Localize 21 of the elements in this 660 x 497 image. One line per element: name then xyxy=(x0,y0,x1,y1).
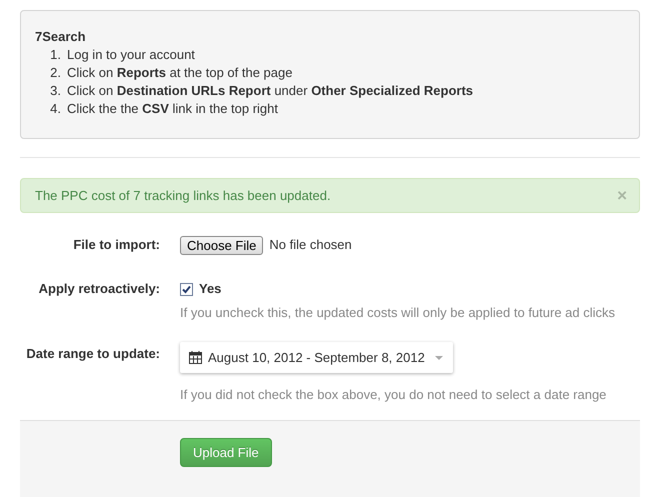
calendar-icon xyxy=(189,351,202,364)
choose-file-button[interactable]: Choose File xyxy=(180,236,264,254)
help-text: If you uncheck this, the updated costs will only be applied to future ad clicks xyxy=(180,304,616,322)
checkbox[interactable] xyxy=(180,282,193,296)
field-label: Apply retroactively: xyxy=(38,280,160,298)
help-text: If you did not check the box above, you do not need to select a date range xyxy=(180,386,608,404)
step-number: 4. xyxy=(49,100,61,118)
instructions-title: 7Search xyxy=(35,28,86,46)
field-label: Date range to update: xyxy=(25,345,160,363)
step-text: Click on Destination URLs Report under Other Specialized Reports xyxy=(67,82,474,100)
alert-message: The PPC cost of 7 tracking links has been updated. xyxy=(35,188,331,203)
field-label: File to import: xyxy=(72,236,160,254)
step-number: 3. xyxy=(49,82,61,100)
step-text: Click the the CSV link in the top right xyxy=(67,100,278,118)
step-text: Click on Reports at the top of the page xyxy=(67,64,292,82)
date-range-picker[interactable]: August 10, 2012 - September 8, 2012 xyxy=(180,342,453,373)
file-status: No file chosen xyxy=(269,236,352,254)
checkbox-label: Yes xyxy=(199,280,222,298)
step-number: 1. xyxy=(49,46,61,64)
step-number: 2. xyxy=(49,64,61,82)
step-text: Log in to your account xyxy=(67,46,195,64)
